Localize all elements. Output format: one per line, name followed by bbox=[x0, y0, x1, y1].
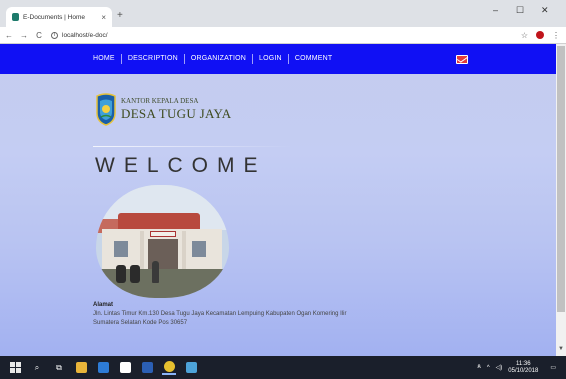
forward-button[interactable]: → bbox=[18, 31, 30, 40]
system-tray: ጸ ^ ◁) 11:36 05/10/2018 ▭ bbox=[471, 356, 556, 379]
notifications-icon[interactable]: ▭ bbox=[550, 364, 556, 371]
nav-home[interactable]: HOME bbox=[93, 54, 121, 64]
browser-tab[interactable]: E-Documents | Home × bbox=[6, 7, 112, 27]
tab-title: E-Documents | Home bbox=[23, 13, 86, 21]
word-icon[interactable] bbox=[140, 361, 154, 375]
clock[interactable]: 11:36 05/10/2018 bbox=[508, 361, 538, 375]
page-viewport: HOME DESCRIPTION ORGANIZATION LOGIN COMM… bbox=[0, 44, 566, 356]
address-bar: ← → C i localhost/e-doc/ ☆ ⋮ bbox=[0, 27, 566, 44]
browser-menu-icon[interactable]: ⋮ bbox=[552, 31, 560, 40]
page-scrollbar[interactable]: ▼ bbox=[556, 44, 566, 356]
address-text: Jln. Lintas Timur Km.130 Desa Tugu Jaya … bbox=[93, 311, 347, 326]
nav-description[interactable]: DESCRIPTION bbox=[120, 54, 184, 64]
minimize-button[interactable]: – bbox=[493, 5, 498, 15]
reload-button[interactable]: C bbox=[33, 31, 45, 40]
taskbar: ⌕ ⧉ ጸ ^ ◁) 11:36 05/10/2018 ▭ bbox=[0, 356, 566, 379]
bookmark-star-icon[interactable]: ☆ bbox=[521, 31, 528, 40]
welcome-heading: WELCOME bbox=[95, 154, 267, 177]
back-button[interactable]: ← bbox=[3, 31, 15, 40]
people-icon[interactable]: ጸ bbox=[477, 364, 481, 371]
site-navbar: HOME DESCRIPTION ORGANIZATION LOGIN COMM… bbox=[0, 44, 556, 74]
close-window-button[interactable]: ✕ bbox=[541, 5, 549, 16]
logo-subtitle: KANTOR KEPALA DESA bbox=[121, 97, 199, 105]
info-icon[interactable]: i bbox=[51, 31, 58, 39]
new-tab-button[interactable]: + bbox=[117, 10, 123, 21]
clock-time: 11:36 bbox=[516, 360, 531, 367]
nav-login[interactable]: LOGIN bbox=[252, 54, 288, 64]
app-icon[interactable] bbox=[184, 361, 198, 375]
maximize-button[interactable]: ☐ bbox=[516, 5, 524, 16]
mail-icon[interactable] bbox=[456, 55, 468, 64]
store-icon[interactable] bbox=[118, 361, 132, 375]
site-logo: KANTOR KEPALA DESA DESA TUGU JAYA bbox=[95, 93, 231, 126]
task-view-icon[interactable]: ⧉ bbox=[52, 361, 66, 375]
scroll-down-icon[interactable]: ▼ bbox=[558, 346, 564, 352]
nav-comment[interactable]: COMMENT bbox=[287, 54, 339, 64]
logo-title: DESA TUGU JAYA bbox=[121, 106, 232, 121]
nav-organization[interactable]: ORGANIZATION bbox=[183, 54, 252, 64]
windows-start-icon[interactable] bbox=[8, 361, 22, 375]
tab-close-icon[interactable]: × bbox=[101, 13, 106, 22]
chrome-icon[interactable] bbox=[162, 361, 176, 375]
screen: E-Documents | Home × + – ☐ ✕ ← → C i loc… bbox=[0, 0, 566, 379]
search-icon[interactable]: ⌕ bbox=[30, 361, 44, 375]
volume-icon[interactable]: ◁) bbox=[496, 364, 503, 371]
office-photo bbox=[96, 185, 229, 298]
divider bbox=[93, 146, 293, 147]
clock-date: 05/10/2018 bbox=[508, 367, 539, 374]
browser-tab-strip: E-Documents | Home × + – ☐ ✕ bbox=[0, 0, 566, 27]
scrollbar-thumb[interactable] bbox=[557, 46, 565, 312]
extension-icon[interactable] bbox=[536, 31, 544, 39]
logo-text: KANTOR KEPALA DESA DESA TUGU JAYA bbox=[121, 97, 231, 122]
edge-icon[interactable] bbox=[96, 361, 110, 375]
file-explorer-icon[interactable] bbox=[74, 361, 88, 375]
emblem-icon bbox=[96, 93, 116, 126]
address-label: Alamat bbox=[93, 302, 114, 308]
favicon-icon bbox=[12, 13, 19, 21]
omnibox[interactable]: i localhost/e-doc/ bbox=[51, 31, 521, 39]
nav-menu: HOME DESCRIPTION ORGANIZATION LOGIN COMM… bbox=[93, 44, 338, 74]
tray-chevron-icon[interactable]: ^ bbox=[487, 365, 490, 371]
url-text[interactable]: localhost/e-doc/ bbox=[62, 32, 108, 39]
